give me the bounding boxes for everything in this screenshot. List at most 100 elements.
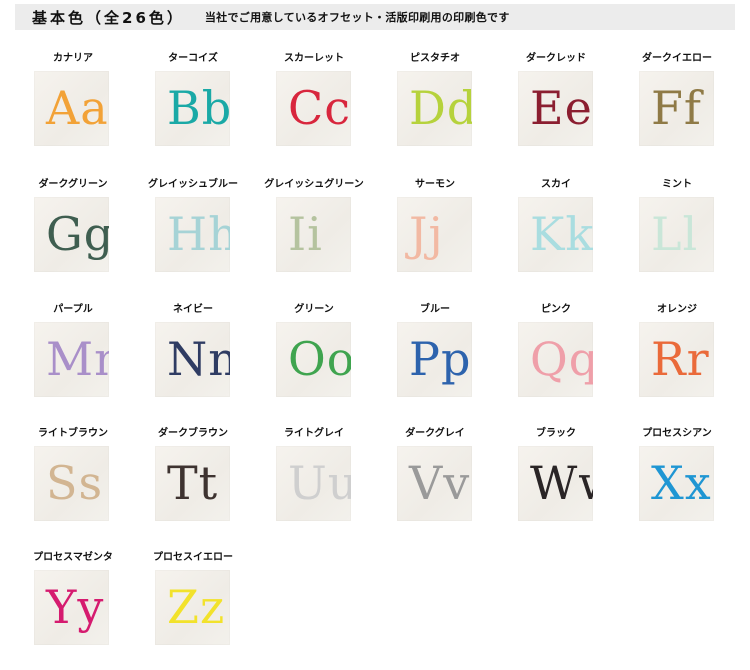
color-name-label: スカーレット — [284, 53, 344, 64]
color-name-label: ピンク — [541, 304, 571, 315]
color-swatch-item: パープル Mm — [13, 303, 133, 397]
color-name-label: サーモン — [415, 179, 455, 190]
sample-letters: Xx — [651, 456, 712, 510]
sample-letters: Pp — [409, 332, 472, 386]
color-sample-image: Uu — [276, 446, 351, 521]
color-name-label: スカイ — [541, 179, 571, 190]
color-sample-image: Ii — [276, 197, 351, 272]
color-name-label: ライトブラウン — [38, 428, 108, 439]
color-name-label: ダークグレイ — [405, 428, 465, 439]
color-swatch-grid: カナリア Aa ターコイズ Bb スカーレット Cc ピスタチオ Dd ダークレッド Ee ダークイ… — [0, 0, 750, 670]
color-sample-image: Mm — [34, 322, 109, 397]
color-name-label: ダークイエロー — [642, 53, 712, 64]
color-swatch-item: カナリア Aa — [13, 52, 133, 146]
color-sample-image: Xx — [639, 446, 714, 521]
color-sample-image: Oo — [276, 322, 351, 397]
sample-letters: Jj — [409, 207, 444, 261]
color-name-label: カナリア — [53, 53, 93, 64]
color-swatch-item: ピスタチオ Dd — [375, 52, 495, 146]
sample-letters: Rr — [651, 332, 710, 386]
color-name-label: ダークブラウン — [158, 428, 228, 439]
color-swatch-item: ピンク Qq — [496, 303, 616, 397]
color-name-label: グリーン — [294, 304, 334, 315]
color-swatch-item: ブラック Ww — [496, 427, 616, 521]
color-swatch-item: ライトグレイ Uu — [254, 427, 374, 521]
sample-letters: Ff — [651, 81, 702, 135]
color-swatch-item: ダークブラウン Tt — [133, 427, 253, 521]
color-sample-image: Dd — [397, 71, 472, 146]
color-swatch-item: ダークグリーン Gg — [13, 178, 133, 272]
color-name-label: ミント — [662, 179, 692, 190]
color-name-label: グレイッシュブルー — [148, 179, 238, 190]
color-swatch-item: オレンジ Rr — [617, 303, 737, 397]
color-sample-image: Ll — [639, 197, 714, 272]
color-swatch-item: ダークグレイ Vv — [375, 427, 495, 521]
sample-letters: Cc — [288, 81, 351, 135]
color-sample-image: Ss — [34, 446, 109, 521]
color-name-label: プロセスシアン — [642, 428, 712, 439]
color-name-label: ダークレッド — [526, 53, 586, 64]
color-sample-image: Aa — [34, 71, 109, 146]
color-sample-image: Pp — [397, 322, 472, 397]
sample-letters: Qq — [530, 332, 593, 386]
color-sample-image: Bb — [155, 71, 230, 146]
color-swatch-item: プロセスイエロー Zz — [133, 551, 253, 645]
color-name-label: ネイビー — [173, 304, 213, 315]
color-name-label: ブルー — [420, 304, 450, 315]
color-swatch-item: グレイッシュグリーン Ii — [254, 178, 374, 272]
sample-letters: Zz — [167, 580, 226, 634]
sample-letters: Hh — [167, 207, 230, 261]
color-sample-image: Jj — [397, 197, 472, 272]
color-sample-image: Gg — [34, 197, 109, 272]
sample-letters: Mm — [46, 332, 109, 386]
color-sample-image: Yy — [34, 570, 109, 645]
color-name-label: プロセスマゼンタ — [33, 552, 113, 563]
sample-letters: Aa — [46, 81, 109, 135]
color-swatch-item: ライトブラウン Ss — [13, 427, 133, 521]
sample-letters: Vv — [409, 456, 471, 510]
sample-letters: Kk — [530, 207, 593, 261]
color-swatch-item: ミント Ll — [617, 178, 737, 272]
color-sample-image: Ff — [639, 71, 714, 146]
color-sample-image: Qq — [518, 322, 593, 397]
color-swatch-item: ダークレッド Ee — [496, 52, 616, 146]
color-sample-image: Rr — [639, 322, 714, 397]
color-name-label: パープル — [53, 304, 93, 315]
sample-letters: Ss — [46, 456, 104, 510]
color-swatch-item: グリーン Oo — [254, 303, 374, 397]
color-swatch-item: スカーレット Cc — [254, 52, 374, 146]
color-sample-image: Cc — [276, 71, 351, 146]
color-swatch-item: ブルー Pp — [375, 303, 495, 397]
color-sample-image: Zz — [155, 570, 230, 645]
color-name-label: ダークグリーン — [38, 179, 108, 190]
sample-letters: Ll — [651, 207, 699, 261]
sample-letters: Yy — [46, 580, 105, 634]
color-name-label: ピスタチオ — [410, 53, 460, 64]
color-name-label: グレイッシュグリーン — [264, 179, 364, 190]
sample-letters: Nn — [167, 332, 230, 386]
sample-letters: Bb — [167, 81, 230, 135]
color-swatch-item: ターコイズ Bb — [133, 52, 253, 146]
sample-letters: Ww — [530, 456, 593, 510]
color-sample-image: Kk — [518, 197, 593, 272]
sample-letters: Gg — [46, 207, 109, 261]
color-swatch-item: ダークイエロー Ff — [617, 52, 737, 146]
sample-letters: Ee — [530, 81, 593, 135]
color-swatch-item: プロセスマゼンタ Yy — [13, 551, 133, 645]
color-name-label: ライトグレイ — [284, 428, 344, 439]
sample-letters: Dd — [409, 81, 472, 135]
color-sample-image: Ww — [518, 446, 593, 521]
color-swatch-item: スカイ Kk — [496, 178, 616, 272]
sample-letters: Uu — [288, 456, 351, 510]
color-sample-image: Nn — [155, 322, 230, 397]
sample-letters: Oo — [288, 332, 351, 386]
color-name-label: ターコイズ — [168, 53, 218, 64]
color-swatch-item: グレイッシュブルー Hh — [133, 178, 253, 272]
color-sample-image: Vv — [397, 446, 472, 521]
color-sample-image: Tt — [155, 446, 230, 521]
sample-letters: Ii — [288, 207, 323, 261]
color-sample-image: Hh — [155, 197, 230, 272]
color-name-label: ブラック — [536, 428, 576, 439]
color-swatch-item: プロセスシアン Xx — [617, 427, 737, 521]
color-name-label: プロセスイエロー — [153, 552, 233, 563]
